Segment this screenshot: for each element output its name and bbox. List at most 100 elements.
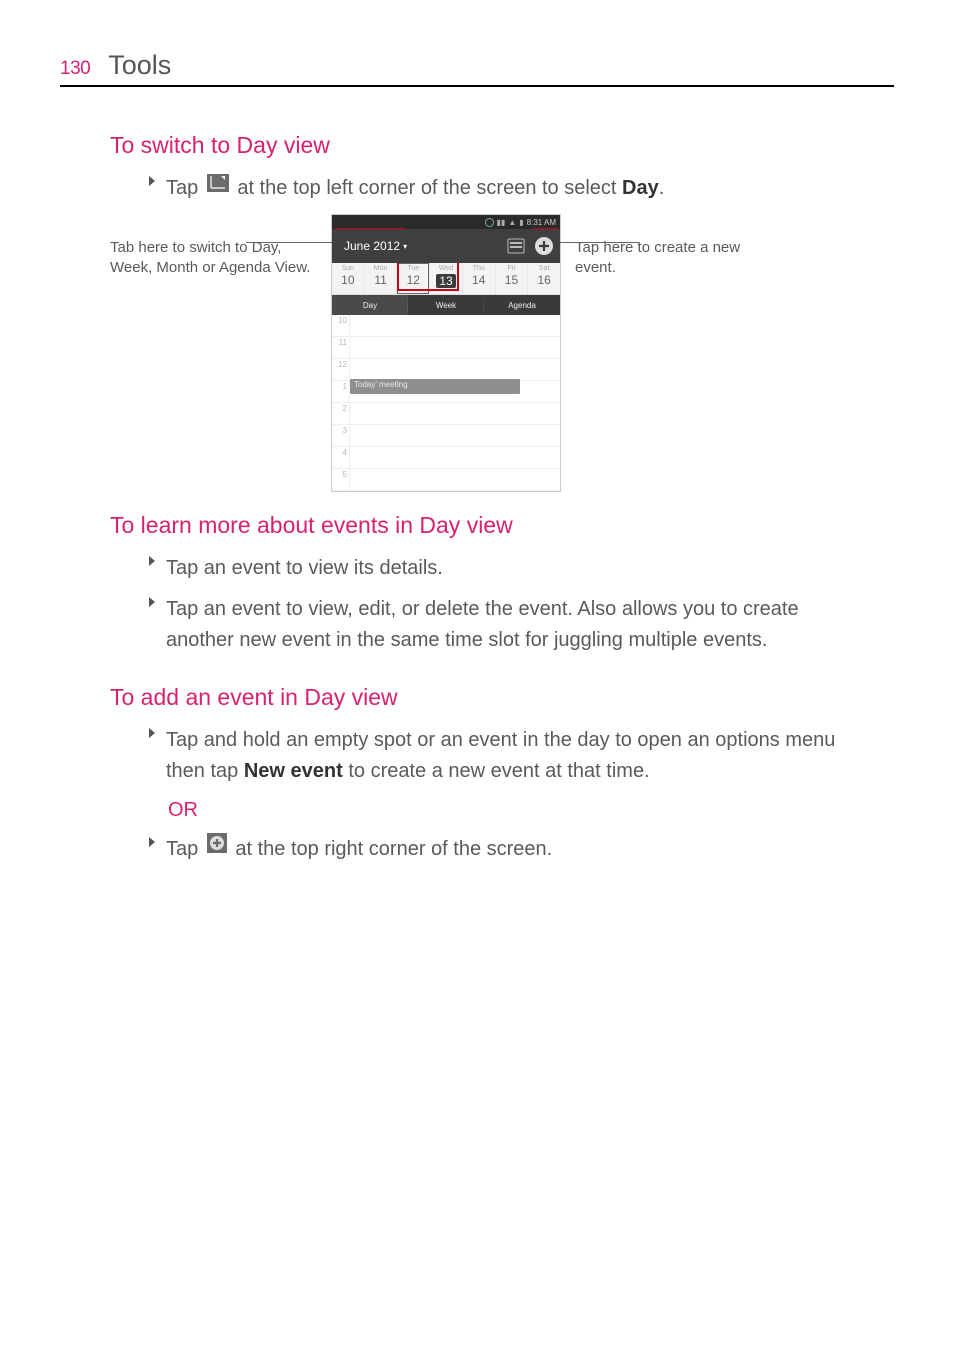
hour-label: 11 bbox=[332, 337, 350, 358]
text: at the top right corner of the screen. bbox=[235, 838, 552, 860]
page-header: 130 Tools bbox=[60, 50, 894, 87]
or-label: OR bbox=[168, 799, 894, 822]
text: at the top left corner of the screen to … bbox=[237, 177, 622, 199]
day-cell[interactable]: Fri15 bbox=[496, 263, 529, 294]
bullet-arrow-icon bbox=[148, 836, 156, 848]
dom: 15 bbox=[496, 273, 528, 287]
calendar-header: June 2012 ▾ bbox=[332, 229, 560, 263]
dom: 11 bbox=[365, 273, 397, 287]
chapter-title: Tools bbox=[108, 50, 171, 81]
text: Tap bbox=[166, 177, 204, 199]
dow: Mon bbox=[365, 265, 397, 272]
bullet-arrow-icon bbox=[148, 596, 156, 608]
hour-label: 1 bbox=[332, 381, 350, 402]
bullet-text: Tap an event to view its details. bbox=[166, 553, 864, 584]
bullet-row: Tap at the top right corner of the scree… bbox=[148, 834, 864, 865]
wifi-icon: ▲ bbox=[508, 218, 516, 227]
month-label: June 2012 bbox=[344, 239, 400, 253]
bullet-row: Tap an event to view its details. bbox=[148, 553, 864, 584]
hour-slot[interactable] bbox=[350, 447, 560, 468]
signal-icon: ▮▮ bbox=[497, 218, 506, 227]
dow: Wed bbox=[430, 265, 462, 272]
dom: 14 bbox=[463, 273, 495, 287]
callout-left-text: Tab here to switch to Day, Week, Month o… bbox=[110, 239, 310, 276]
hour-slot[interactable] bbox=[350, 425, 560, 446]
dow: Sat bbox=[528, 265, 560, 272]
section-heading: To add an event in Day view bbox=[110, 684, 894, 711]
month-picker[interactable]: June 2012 ▾ bbox=[338, 236, 413, 256]
hour-slot[interactable] bbox=[350, 337, 560, 358]
view-switcher-icon bbox=[207, 171, 229, 202]
hour-label: 4 bbox=[332, 447, 350, 468]
hour-label: 12 bbox=[332, 359, 350, 380]
day-cell[interactable]: Tue12 bbox=[397, 263, 430, 294]
bullet-text: Tap at the top left corner of the screen… bbox=[166, 173, 864, 204]
connector-line-right bbox=[557, 242, 639, 243]
bullet-row: Tap at the top left corner of the screen… bbox=[148, 173, 864, 204]
section-heading: To learn more about events in Day view bbox=[110, 512, 894, 539]
tab-agenda[interactable]: Agenda bbox=[484, 295, 560, 315]
day-cell[interactable]: Sat16 bbox=[528, 263, 560, 294]
callout-right-text: Tap here to create a new event. bbox=[575, 239, 740, 276]
hour-slot[interactable] bbox=[350, 403, 560, 424]
bold-day: Day bbox=[622, 177, 659, 199]
day-cell[interactable]: Thu14 bbox=[463, 263, 496, 294]
calendar-event[interactable]: Today' meeting bbox=[350, 379, 520, 394]
dow: Sun bbox=[332, 265, 364, 272]
add-event-icon[interactable] bbox=[534, 236, 554, 256]
phone-wrap: ▮▮ ▲ ▮ 8:31 AM June 2012 ▾ bbox=[331, 214, 561, 492]
chevron-down-icon: ▾ bbox=[403, 242, 407, 251]
bullet-arrow-icon bbox=[148, 175, 156, 187]
dom: 10 bbox=[332, 273, 364, 287]
status-bar: ▮▮ ▲ ▮ 8:31 AM bbox=[332, 215, 560, 229]
bullet-arrow-icon bbox=[148, 727, 156, 739]
day-cell-current[interactable]: Wed 13 bbox=[430, 263, 463, 294]
bullet-text: Tap at the top right corner of the scree… bbox=[166, 834, 864, 865]
hour-label: 10 bbox=[332, 315, 350, 336]
phone-mock: ▮▮ ▲ ▮ 8:31 AM June 2012 ▾ bbox=[331, 214, 561, 492]
today-icon[interactable] bbox=[506, 236, 526, 256]
hour-slot[interactable] bbox=[350, 315, 560, 336]
dow: Fri bbox=[496, 265, 528, 272]
connector-line-left bbox=[246, 242, 336, 243]
section-add-event: To add an event in Day view Tap and hold… bbox=[60, 684, 894, 865]
view-tabs: Day Week Agenda bbox=[332, 295, 560, 315]
hour-label: 5 bbox=[332, 469, 350, 490]
bullet-text: Tap and hold an empty spot or an event i… bbox=[166, 725, 864, 787]
annotated-figure: Tab here to switch to Day, Week, Month o… bbox=[110, 214, 894, 492]
section-switch-day: To switch to Day view Tap at the top lef… bbox=[60, 132, 894, 492]
status-time: 8:31 AM bbox=[527, 218, 556, 227]
battery-icon: ▮ bbox=[519, 218, 523, 227]
hour-slot[interactable] bbox=[350, 469, 560, 490]
hour-label: 2 bbox=[332, 403, 350, 424]
dom: 12 bbox=[397, 273, 429, 287]
callout-left: Tab here to switch to Day, Week, Month o… bbox=[110, 214, 325, 279]
plus-icon bbox=[207, 832, 227, 863]
week-day-strip: Sun10 Mon11 Tue12 Wed13 Thu14 Fri15 Sat1… bbox=[332, 263, 560, 295]
tab-week[interactable]: Week bbox=[408, 295, 484, 315]
hour-slot[interactable] bbox=[350, 359, 560, 380]
dow: Tue bbox=[397, 265, 429, 272]
bullet-arrow-icon bbox=[148, 555, 156, 567]
text: Tap bbox=[166, 838, 204, 860]
section-learn-more: To learn more about events in Day view T… bbox=[60, 512, 894, 656]
hour-label: 3 bbox=[332, 425, 350, 446]
bullet-row: Tap an event to view, edit, or delete th… bbox=[148, 594, 864, 656]
bullet-row: Tap and hold an empty spot or an event i… bbox=[148, 725, 864, 787]
tab-day[interactable]: Day bbox=[332, 295, 408, 315]
bullet-text: Tap an event to view, edit, or delete th… bbox=[166, 594, 864, 656]
text: . bbox=[659, 177, 665, 199]
bold-new-event: New event bbox=[244, 760, 343, 782]
hour-grid: 10 11 12 1Today' meeting 2 3 4 5 bbox=[332, 315, 560, 491]
section-heading: To switch to Day view bbox=[110, 132, 894, 159]
callout-right: Tap here to create a new event. bbox=[567, 214, 777, 279]
page-number: 130 bbox=[60, 58, 90, 80]
dow: Thu bbox=[463, 265, 495, 272]
hour-slot[interactable]: Today' meeting bbox=[350, 381, 560, 402]
day-cell[interactable]: Sun10 bbox=[332, 263, 365, 294]
text: to create a new event at that time. bbox=[343, 760, 650, 782]
sync-icon bbox=[485, 218, 494, 227]
day-cell[interactable]: Mon11 bbox=[365, 263, 398, 294]
dom: 16 bbox=[528, 273, 560, 287]
dom: 13 bbox=[436, 274, 455, 288]
